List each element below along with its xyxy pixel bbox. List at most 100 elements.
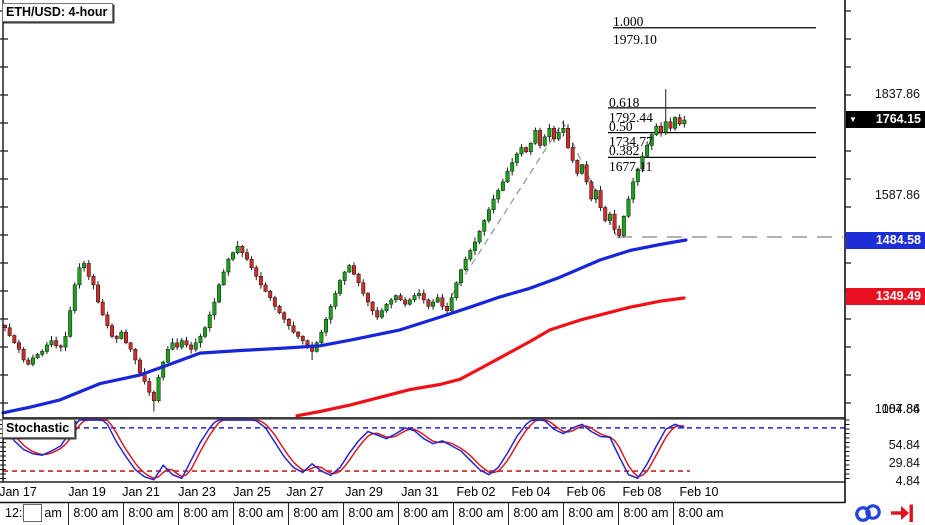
candle-up bbox=[640, 155, 645, 170]
candle-up bbox=[68, 310, 73, 337]
candle-down bbox=[272, 297, 277, 307]
price-chart-canvas[interactable] bbox=[0, 0, 925, 525]
candle-up bbox=[328, 306, 333, 320]
candle-up bbox=[379, 310, 384, 318]
candle-up bbox=[30, 357, 35, 365]
candle-up bbox=[231, 252, 235, 260]
export-to-bar-icon[interactable] bbox=[891, 504, 913, 523]
candle-down bbox=[575, 160, 580, 174]
candle-up bbox=[193, 342, 198, 350]
candle-down bbox=[137, 359, 142, 374]
candle-down bbox=[114, 336, 119, 339]
footer-icon-group bbox=[855, 504, 913, 523]
candle-up bbox=[505, 170, 510, 183]
candle-up bbox=[333, 293, 338, 307]
candle-down bbox=[440, 297, 445, 307]
candle-up bbox=[77, 267, 82, 286]
candle-up bbox=[459, 269, 463, 283]
candle-up bbox=[491, 198, 496, 211]
candle-down bbox=[54, 340, 59, 347]
link-icon[interactable] bbox=[855, 504, 881, 522]
candle-down bbox=[277, 306, 282, 314]
candle-up bbox=[528, 142, 533, 153]
candle-down bbox=[403, 299, 408, 305]
candle-up bbox=[607, 213, 612, 221]
stochastic-panel-label-box: Stochastic bbox=[2, 419, 76, 438]
candle-up bbox=[44, 344, 49, 352]
candle-up bbox=[35, 354, 40, 359]
candle-up bbox=[500, 181, 505, 191]
candle-up bbox=[673, 117, 677, 129]
candle-up bbox=[203, 327, 208, 337]
candle-down bbox=[133, 349, 138, 361]
chart-title: ETH/USD: 4-hour bbox=[6, 5, 108, 19]
candle-down bbox=[305, 340, 310, 346]
candle-down bbox=[12, 335, 17, 344]
candle-up bbox=[486, 209, 491, 221]
candle-up bbox=[417, 293, 422, 296]
candle-up bbox=[221, 271, 226, 286]
candle-up bbox=[347, 265, 352, 273]
candle-down bbox=[617, 228, 622, 236]
candle-up bbox=[514, 153, 519, 163]
candle-down bbox=[147, 381, 152, 393]
ma-fast-line bbox=[1, 238, 688, 415]
candle-down bbox=[659, 125, 664, 133]
candle-down bbox=[96, 284, 101, 303]
candle-up bbox=[561, 127, 566, 133]
candle-up bbox=[82, 263, 87, 268]
candle-up bbox=[473, 241, 477, 251]
candle-down bbox=[58, 345, 63, 348]
candle-down bbox=[245, 252, 249, 260]
candle-down bbox=[86, 263, 91, 277]
candle-down bbox=[254, 267, 259, 277]
candle-down bbox=[258, 276, 263, 286]
candle-up bbox=[482, 220, 487, 232]
candle-up bbox=[407, 299, 412, 305]
candle-down bbox=[566, 127, 570, 148]
candle-up bbox=[449, 297, 454, 311]
candle-up bbox=[519, 147, 524, 155]
candle-down bbox=[105, 314, 110, 326]
candle-up bbox=[547, 127, 552, 138]
candle-down bbox=[282, 312, 287, 320]
candle-down bbox=[356, 273, 361, 283]
chart-title-box: ETH/USD: 4-hour bbox=[2, 3, 114, 22]
swing-zigzag-dashed-line bbox=[451, 120, 618, 296]
candle-up bbox=[72, 284, 77, 311]
candle-up bbox=[682, 119, 687, 125]
candle-down bbox=[677, 117, 682, 125]
candle-up bbox=[393, 295, 398, 301]
candle-up bbox=[454, 282, 459, 299]
candle-up bbox=[40, 351, 45, 355]
candle-down bbox=[668, 121, 673, 129]
stochastic-panel-label: Stochastic bbox=[6, 421, 70, 435]
candle-up bbox=[342, 271, 347, 281]
candle-down bbox=[240, 245, 245, 253]
candle-up bbox=[119, 331, 124, 339]
candle-up bbox=[431, 301, 436, 307]
candle-up bbox=[496, 190, 501, 200]
candle-up bbox=[63, 336, 68, 348]
candle-up bbox=[556, 132, 561, 140]
candle-up bbox=[477, 230, 482, 243]
candle-up bbox=[468, 250, 473, 260]
candle-up bbox=[626, 198, 631, 217]
candle-up bbox=[161, 361, 166, 378]
candle-down bbox=[21, 349, 26, 361]
candle-up bbox=[319, 331, 324, 344]
candle-up bbox=[217, 284, 221, 303]
candle-down bbox=[128, 342, 133, 350]
candle-down bbox=[421, 293, 426, 301]
candle-up bbox=[389, 299, 394, 305]
candle-down bbox=[300, 336, 305, 341]
candle-down bbox=[352, 265, 356, 275]
candle-down bbox=[598, 190, 603, 208]
candle-up bbox=[649, 134, 654, 146]
candle-up bbox=[156, 376, 161, 402]
candle-down bbox=[552, 127, 557, 140]
candle-down bbox=[291, 325, 296, 333]
candle-down bbox=[184, 340, 189, 346]
candle-down bbox=[445, 306, 449, 311]
candle-up bbox=[324, 318, 329, 333]
